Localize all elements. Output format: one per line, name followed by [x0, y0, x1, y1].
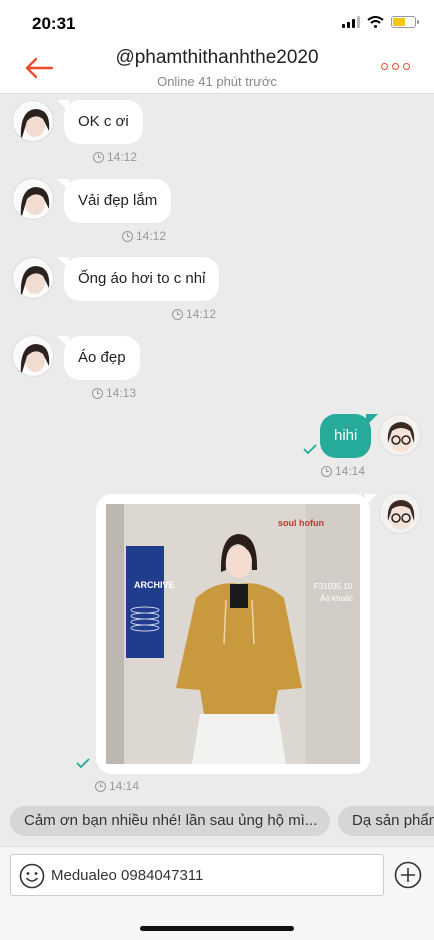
clock-icon [122, 230, 133, 242]
status-bar: 20:31 [0, 0, 434, 44]
clock-icon [92, 387, 103, 399]
clock-icon [172, 308, 183, 320]
message-bubble[interactable]: OK c ơi [57, 100, 143, 144]
quick-reply-chip[interactable]: Cảm ơn bạn nhiều nhé! lần sau ủng hộ mì.… [10, 806, 330, 836]
message-time: 14:13 [92, 386, 136, 400]
contact-avatar[interactable] [12, 178, 54, 220]
contact-avatar[interactable] [12, 257, 54, 299]
message-time: 14:12 [172, 307, 216, 321]
message-bubble[interactable]: Ống áo hơi to c nhỉ [56, 257, 220, 301]
clock-icon [95, 780, 106, 792]
photo-label: soul hofun [278, 518, 324, 528]
check-icon [303, 444, 317, 454]
message-bubble[interactable]: hihi [320, 414, 379, 458]
status-time: 20:31 [32, 14, 76, 33]
poster-text: ARCHIVE [134, 580, 175, 590]
plus-icon[interactable] [394, 861, 422, 889]
message-bubble[interactable]: Vải đẹp lắm [56, 179, 172, 223]
image-message[interactable]: soul hofun ARCHIVE F31035 10 Áo khoác [96, 494, 377, 774]
battery-icon [391, 16, 419, 28]
product-photo[interactable]: soul hofun ARCHIVE F31035 10 Áo khoác [106, 504, 360, 764]
chat-title: @phamthithanhthe2020 [115, 47, 319, 68]
clock-icon [93, 151, 104, 163]
check-icon [76, 758, 90, 768]
message-time: 14:14 [95, 779, 139, 793]
input-bar [0, 846, 434, 902]
message-bubble[interactable]: Áo đẹp [57, 336, 140, 380]
photo-tag-sub: Áo khoác [320, 594, 354, 603]
chat-header: @phamthithanhthe2020 Online 41 phút trướ… [0, 44, 434, 94]
emoji-icon[interactable] [19, 863, 45, 889]
message-input-box[interactable] [10, 854, 384, 896]
clock-icon [321, 465, 332, 477]
contact-avatar[interactable] [12, 335, 54, 377]
my-avatar[interactable] [379, 414, 421, 456]
signal-icon [342, 16, 360, 28]
more-dots-icon[interactable] [381, 63, 410, 70]
chat-messages[interactable]: OK c ơi 14:12 Vải đẹp lắm 14:12 Ống áo h… [0, 94, 434, 804]
contact-avatar[interactable] [12, 100, 54, 142]
wifi-icon [367, 16, 384, 28]
status-icons [342, 16, 419, 28]
online-status: Online 41 phút trước [157, 74, 277, 89]
my-avatar[interactable] [379, 492, 421, 534]
message-time: 14:14 [321, 464, 365, 478]
home-indicator[interactable] [0, 902, 434, 940]
photo-tag: F31035 10 [314, 582, 353, 591]
quick-replies: Cảm ơn bạn nhiều nhé! lần sau ủng hộ mì.… [0, 804, 434, 844]
message-input[interactable] [51, 867, 371, 884]
message-time: 14:12 [122, 229, 166, 243]
message-time: 14:12 [93, 150, 137, 164]
quick-reply-chip[interactable]: Dạ sản phẩm [338, 806, 434, 836]
